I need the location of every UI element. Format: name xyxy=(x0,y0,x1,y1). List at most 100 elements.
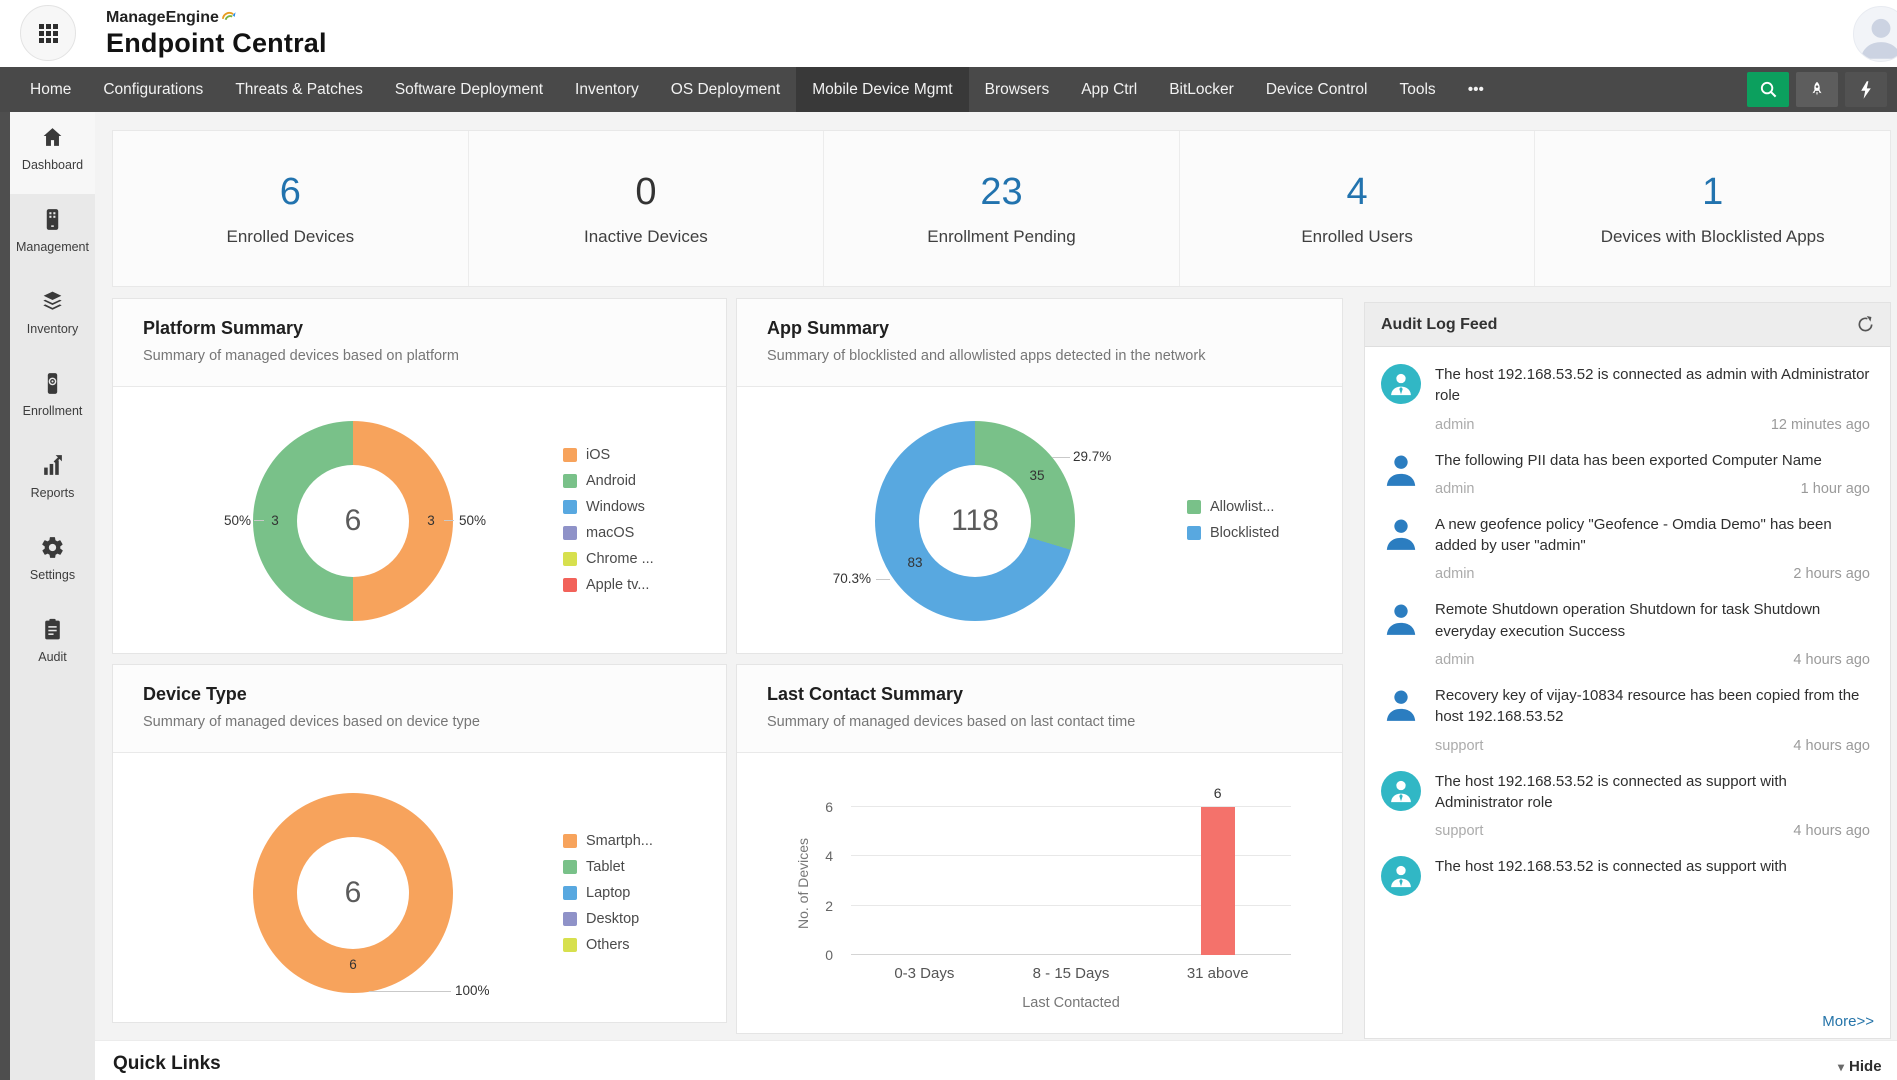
legend-swatch xyxy=(563,578,577,592)
legend-item[interactable]: Tablet xyxy=(563,859,653,875)
rocket-icon xyxy=(1808,81,1826,99)
legend-label: Laptop xyxy=(586,885,630,901)
audit-log-entry[interactable]: Remote Shutdown operation Shutdown for t… xyxy=(1365,582,1890,668)
mobile-icon xyxy=(40,207,65,232)
card-title: Device Type xyxy=(143,684,696,705)
legend-item[interactable]: Android xyxy=(563,473,654,489)
nav-tab[interactable]: Software Deployment xyxy=(379,67,559,112)
nav-tab[interactable]: Home xyxy=(14,67,87,112)
rocket-button[interactable] xyxy=(1796,72,1838,107)
audit-message: The following PII data has been exported… xyxy=(1435,450,1870,471)
sidebar-item-management[interactable]: Management xyxy=(10,194,95,276)
legend-label: Tablet xyxy=(586,859,625,875)
stat-card[interactable]: 0 Inactive Devices xyxy=(469,131,825,286)
nav-tab[interactable]: Threats & Patches xyxy=(219,67,379,112)
audit-user: support xyxy=(1435,823,1483,839)
nav-tab[interactable]: OS Deployment xyxy=(655,67,796,112)
stat-card[interactable]: 23 Enrollment Pending xyxy=(824,131,1180,286)
legend-swatch xyxy=(563,474,577,488)
sidebar-item-enrollment[interactable]: Enrollment xyxy=(10,358,95,440)
nav-tab[interactable]: Browsers xyxy=(969,67,1066,112)
legend-item[interactable]: Desktop xyxy=(563,911,653,927)
audit-message: Remote Shutdown operation Shutdown for t… xyxy=(1435,599,1870,642)
legend-item[interactable]: Smartph... xyxy=(563,833,653,849)
sidebar-item-audit[interactable]: Audit xyxy=(10,604,95,686)
bar-column: 6 xyxy=(1144,807,1291,955)
stat-card[interactable]: 4 Enrolled Users xyxy=(1180,131,1536,286)
nav-tab[interactable]: Device Control xyxy=(1250,67,1384,112)
audit-log-entry[interactable]: A new geofence policy "Geofence - Omdia … xyxy=(1365,497,1890,583)
legend-item[interactable]: Chrome ... xyxy=(563,551,654,567)
stat-value: 6 xyxy=(280,171,301,214)
legend-item[interactable]: iOS xyxy=(563,447,654,463)
legend-label: Windows xyxy=(586,499,645,515)
data-label: 50% xyxy=(459,513,486,528)
legend-swatch xyxy=(563,834,577,848)
more-link[interactable]: More>> xyxy=(1812,1011,1874,1032)
legend-swatch xyxy=(563,912,577,926)
app-donut-chart[interactable]: 118 xyxy=(875,421,1075,621)
stat-label: Inactive Devices xyxy=(584,227,708,247)
leader-line xyxy=(369,991,451,992)
audit-user: admin xyxy=(1435,566,1475,582)
chevron-down-icon: ▾ xyxy=(1838,1060,1844,1074)
summary-stats-bar: 6 Enrolled Devices 0 Inactive Devices 23… xyxy=(112,130,1891,287)
sidebar-item-settings[interactable]: Settings xyxy=(10,522,95,604)
audit-user: admin xyxy=(1435,481,1475,497)
app-launcher-button[interactable] xyxy=(20,5,76,61)
device-enroll-icon xyxy=(40,371,65,396)
search-icon xyxy=(1759,80,1778,99)
stat-value: 1 xyxy=(1702,171,1723,214)
legend-item[interactable]: Laptop xyxy=(563,885,653,901)
audit-timestamp: 4 hours ago xyxy=(1793,652,1870,668)
legend-label: Desktop xyxy=(586,911,639,927)
nav-tab[interactable]: BitLocker xyxy=(1153,67,1250,112)
legend-swatch xyxy=(563,448,577,462)
user-avatar-icon xyxy=(1381,685,1421,725)
legend-item[interactable]: macOS xyxy=(563,525,654,541)
donut-center: 6 xyxy=(297,465,409,577)
legend-item[interactable]: Others xyxy=(563,937,653,953)
data-label: 35 xyxy=(1025,468,1049,483)
legend-swatch xyxy=(1187,500,1201,514)
quick-actions-button[interactable] xyxy=(1845,72,1887,107)
x-category-label: 31 above xyxy=(1144,965,1291,982)
nav-tab[interactable]: Inventory xyxy=(559,67,655,112)
nav-tab[interactable]: Tools xyxy=(1384,67,1452,112)
stat-card[interactable]: 1 Devices with Blocklisted Apps xyxy=(1535,131,1890,286)
nav-tab[interactable]: App Ctrl xyxy=(1065,67,1153,112)
bar-column xyxy=(851,807,998,955)
sidebar-item-reports[interactable]: Reports xyxy=(10,440,95,522)
app-summary-card: App Summary Summary of blocklisted and a… xyxy=(736,298,1343,654)
nav-tab[interactable]: Mobile Device Mgmt xyxy=(796,67,968,112)
search-button[interactable] xyxy=(1747,72,1789,107)
bar-chart-area: No. of Devices 0246 6 0-3 Days8 - 15 Day… xyxy=(737,753,1342,1033)
audit-log-entry[interactable]: The host 192.168.53.52 is connected as a… xyxy=(1365,347,1890,433)
audit-log-entry[interactable]: Recovery key of vijay-10834 resource has… xyxy=(1365,668,1890,754)
nav-tab[interactable]: ••• xyxy=(1452,67,1500,112)
legend-item[interactable]: Allowlist... xyxy=(1187,499,1279,515)
audit-message: Recovery key of vijay-10834 resource has… xyxy=(1435,685,1870,728)
legend-item[interactable]: Blocklisted xyxy=(1187,525,1279,541)
legend-label: Android xyxy=(586,473,636,489)
audit-log-entry[interactable]: The host 192.168.53.52 is connected as s… xyxy=(1365,754,1890,840)
person-icon xyxy=(1854,7,1897,61)
leader-line xyxy=(254,520,264,521)
bar[interactable] xyxy=(1201,807,1235,955)
legend-item[interactable]: Apple tv... xyxy=(563,577,654,593)
card-subtitle: Summary of blocklisted and allowlisted a… xyxy=(767,348,1312,364)
hide-toggle[interactable]: ▾ Hide xyxy=(1838,1058,1882,1075)
apps-grid-icon xyxy=(39,24,58,43)
sidebar-item-inventory[interactable]: Inventory xyxy=(10,276,95,358)
user-profile-avatar[interactable] xyxy=(1853,6,1897,62)
audit-log-entry[interactable]: The following PII data has been exported… xyxy=(1365,433,1890,497)
stat-card[interactable]: 6 Enrolled Devices xyxy=(113,131,469,286)
legend-item[interactable]: Windows xyxy=(563,499,654,515)
audit-log-entry[interactable]: The host 192.168.53.52 is connected as s… xyxy=(1365,839,1890,896)
nav-tab[interactable]: Configurations xyxy=(87,67,219,112)
gear-icon xyxy=(40,535,65,560)
user-avatar-icon xyxy=(1381,514,1421,554)
collapsed-panel-strip[interactable] xyxy=(0,112,10,1080)
refresh-button[interactable] xyxy=(1857,316,1874,333)
sidebar-item-dashboard[interactable]: Dashboard xyxy=(10,112,95,194)
